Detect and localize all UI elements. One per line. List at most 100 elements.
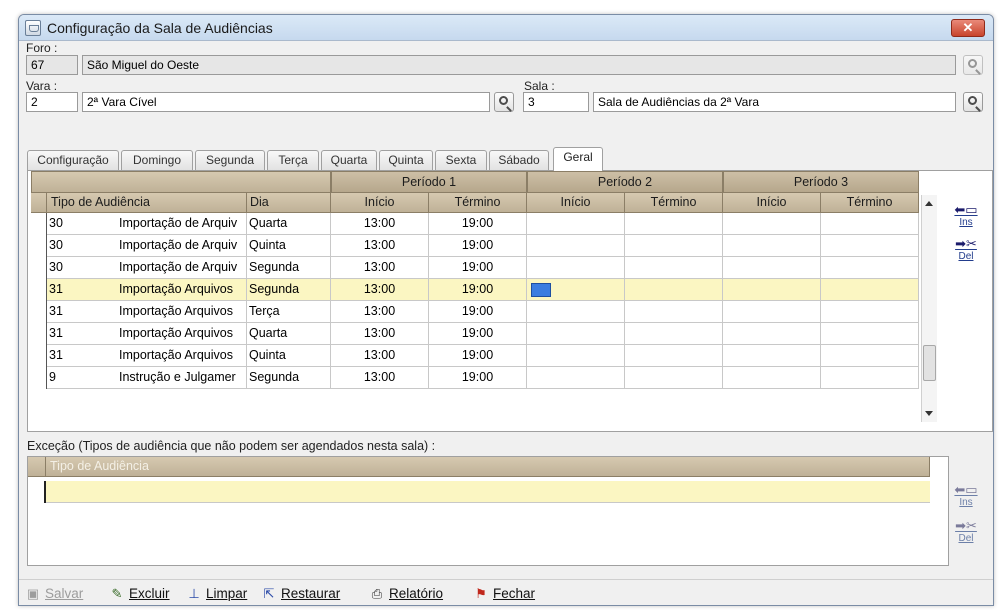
cell-p1-ini[interactable]: 13:00	[331, 257, 429, 279]
table-row[interactable]: 30 Importação de Arquiv Quinta 13:00 19:00	[31, 235, 919, 257]
column-p3-termino[interactable]: Término	[821, 193, 919, 213]
excecao-insert-button[interactable]: ⬅▭ Ins	[953, 483, 979, 509]
cell-p2-fim[interactable]	[625, 257, 723, 279]
cell-p1-ini[interactable]: 13:00	[331, 279, 429, 301]
row-indicator[interactable]	[31, 257, 47, 279]
cell-p3-ini[interactable]	[723, 301, 821, 323]
cell-p1-fim[interactable]: 19:00	[429, 279, 527, 301]
vara-search-button[interactable]	[494, 92, 514, 112]
cell-tipo[interactable]: Importação de Arquiv	[117, 235, 247, 257]
grid-delete-button[interactable]: ➡✂ Del	[953, 237, 979, 263]
cell-p2-fim[interactable]	[625, 235, 723, 257]
cell-p2-fim[interactable]	[625, 367, 723, 389]
cell-dia[interactable]: Quinta	[247, 345, 331, 367]
sala-search-button[interactable]	[963, 92, 983, 112]
edit-cursor[interactable]	[531, 283, 551, 297]
cell-p3-ini[interactable]	[723, 323, 821, 345]
cell-p3-ini[interactable]	[723, 235, 821, 257]
title-bar[interactable]: Configuração da Sala de Audiências ✕	[19, 15, 993, 41]
column-tipo-audiencia[interactable]: Tipo de Audiência	[47, 193, 247, 213]
excluir-button[interactable]: ✎ Excluir	[109, 586, 170, 602]
table-row[interactable]: 31 Importação Arquivos Segunda 13:00 19:00	[31, 279, 919, 301]
cell-p2-fim[interactable]	[625, 323, 723, 345]
cell-code[interactable]: 30	[47, 213, 117, 235]
cell-dia[interactable]: Terça	[247, 301, 331, 323]
cell-p2-fim[interactable]	[625, 345, 723, 367]
vara-name-field[interactable]: 2ª Vara Cível	[82, 92, 490, 112]
tab-domingo[interactable]: Domingo	[121, 150, 193, 170]
cell-p2-ini[interactable]	[527, 213, 625, 235]
excecao-column-tipo[interactable]: Tipo de Audiência	[46, 457, 930, 477]
row-indicator[interactable]	[31, 323, 47, 345]
cell-p3-fim[interactable]	[821, 301, 919, 323]
cell-p3-fim[interactable]	[821, 257, 919, 279]
cell-tipo[interactable]: Importação Arquivos	[117, 323, 247, 345]
cell-code[interactable]: 31	[47, 301, 117, 323]
salvar-button[interactable]: ▣ Salvar	[25, 586, 83, 602]
column-p1-inicio[interactable]: Início	[331, 193, 429, 213]
cell-p2-fim[interactable]	[625, 301, 723, 323]
tab-configuracao[interactable]: Configuração	[27, 150, 119, 170]
column-p1-termino[interactable]: Término	[429, 193, 527, 213]
cell-p3-fim[interactable]	[821, 213, 919, 235]
cell-p3-fim[interactable]	[821, 367, 919, 389]
tab-sabado[interactable]: Sábado	[489, 150, 549, 170]
tab-quinta[interactable]: Quinta	[379, 150, 433, 170]
column-dia[interactable]: Dia	[247, 193, 331, 213]
cell-p3-ini[interactable]	[723, 279, 821, 301]
table-row[interactable]: 9 Instrução e Julgamer Segunda 13:00 19:00	[31, 367, 919, 389]
vara-code-field[interactable]: 2	[26, 92, 78, 112]
scroll-down-icon[interactable]	[925, 411, 933, 416]
cell-dia[interactable]: Segunda	[247, 257, 331, 279]
cell-code[interactable]: 31	[47, 279, 117, 301]
limpar-button[interactable]: ⊥ Limpar	[186, 586, 247, 602]
cell-p2-ini[interactable]	[527, 323, 625, 345]
cell-code[interactable]: 9	[47, 367, 117, 389]
row-indicator[interactable]	[31, 367, 47, 389]
table-row[interactable]: 31 Importação Arquivos Quarta 13:00 19:00	[31, 323, 919, 345]
cell-p3-ini[interactable]	[723, 213, 821, 235]
cell-p2-ini[interactable]	[527, 367, 625, 389]
cell-p1-fim[interactable]: 19:00	[429, 213, 527, 235]
cell-code[interactable]: 31	[47, 345, 117, 367]
row-indicator[interactable]	[31, 301, 47, 323]
column-p2-inicio[interactable]: Início	[527, 193, 625, 213]
cell-tipo[interactable]: Importação Arquivos	[117, 301, 247, 323]
close-button[interactable]: ✕	[951, 19, 985, 37]
cell-p1-fim[interactable]: 19:00	[429, 235, 527, 257]
cell-p1-fim[interactable]: 19:00	[429, 257, 527, 279]
row-indicator[interactable]	[31, 213, 47, 235]
cell-p2-ini[interactable]	[527, 301, 625, 323]
cell-dia[interactable]: Quarta	[247, 213, 331, 235]
cell-p3-fim[interactable]	[821, 279, 919, 301]
cell-dia[interactable]: Segunda	[247, 367, 331, 389]
table-row[interactable]: 31 Importação Arquivos Quinta 13:00 19:00	[31, 345, 919, 367]
table-row[interactable]: 30 Importação de Arquiv Segunda 13:00 19:00	[31, 257, 919, 279]
row-indicator[interactable]	[31, 279, 47, 301]
cell-code[interactable]: 31	[47, 323, 117, 345]
table-row[interactable]: 30 Importação de Arquiv Quarta 13:00 19:00	[31, 213, 919, 235]
cell-p3-fim[interactable]	[821, 323, 919, 345]
cell-p3-ini[interactable]	[723, 257, 821, 279]
cell-code[interactable]: 30	[47, 257, 117, 279]
grid-scrollbar[interactable]	[921, 195, 937, 422]
tab-sexta[interactable]: Sexta	[435, 150, 487, 170]
sala-name-field[interactable]: Sala de Audiências da 2ª Vara	[593, 92, 956, 112]
cell-p1-fim[interactable]: 19:00	[429, 323, 527, 345]
cell-p2-ini[interactable]	[527, 235, 625, 257]
sala-code-field[interactable]: 3	[523, 92, 589, 112]
cell-tipo[interactable]: Instrução e Julgamer	[117, 367, 247, 389]
cell-p3-fim[interactable]	[821, 235, 919, 257]
scroll-thumb[interactable]	[923, 345, 936, 381]
cell-tipo[interactable]: Importação Arquivos	[117, 345, 247, 367]
cell-tipo[interactable]: Importação de Arquiv	[117, 257, 247, 279]
tab-quarta[interactable]: Quarta	[321, 150, 377, 170]
cell-p2-fim[interactable]	[625, 213, 723, 235]
cell-p3-ini[interactable]	[723, 345, 821, 367]
cell-dia[interactable]: Segunda	[247, 279, 331, 301]
cell-p2-ini[interactable]	[527, 257, 625, 279]
cell-code[interactable]: 30	[47, 235, 117, 257]
cell-p1-ini[interactable]: 13:00	[331, 323, 429, 345]
cell-p3-ini[interactable]	[723, 367, 821, 389]
cell-tipo[interactable]: Importação de Arquiv	[117, 213, 247, 235]
